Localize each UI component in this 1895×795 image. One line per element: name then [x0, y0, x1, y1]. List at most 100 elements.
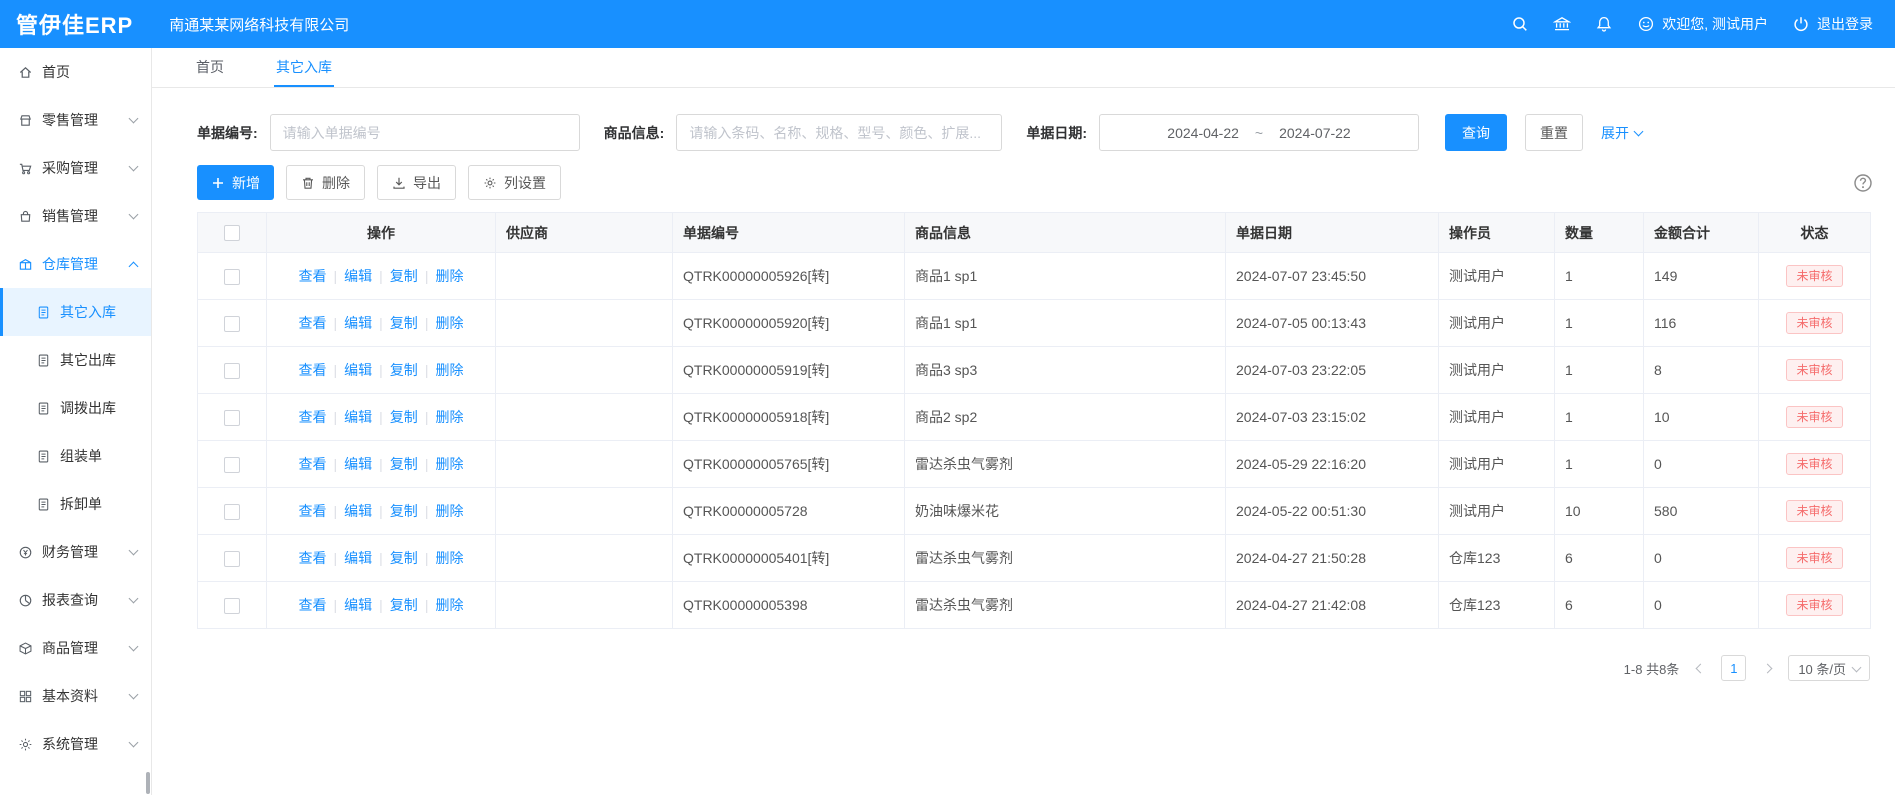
- copy-link[interactable]: 复制: [390, 456, 418, 472]
- sidebar-item-label: 仓库管理: [42, 254, 121, 274]
- product-info-input[interactable]: [676, 114, 1002, 151]
- expand-label: 展开: [1601, 123, 1629, 143]
- row-checkbox[interactable]: [224, 410, 240, 426]
- bill-no-cell: QTRK00000005401[转]: [673, 535, 905, 582]
- page-size-select[interactable]: 10 条/页: [1788, 655, 1870, 681]
- sidebar-item-system[interactable]: 系统管理: [0, 720, 151, 768]
- row-checkbox[interactable]: [224, 551, 240, 567]
- edit-link[interactable]: 编辑: [344, 409, 372, 425]
- row-checkbox[interactable]: [224, 457, 240, 473]
- delete-link[interactable]: 删除: [435, 550, 463, 566]
- view-link[interactable]: 查看: [299, 456, 327, 472]
- view-link[interactable]: 查看: [299, 409, 327, 425]
- delete-link[interactable]: 删除: [435, 315, 463, 331]
- sidebar-subitem-assembly[interactable]: 组装单: [0, 432, 151, 480]
- copy-link[interactable]: 复制: [390, 362, 418, 378]
- row-actions: 查看|编辑|复制|删除: [299, 315, 464, 331]
- current-page-button[interactable]: 1: [1721, 655, 1746, 681]
- edit-link[interactable]: 编辑: [344, 597, 372, 613]
- sidebar-subitem-disassembly[interactable]: 拆卸单: [0, 480, 151, 528]
- column-settings-button[interactable]: 列设置: [468, 165, 561, 200]
- sidebar-item-product[interactable]: 商品管理: [0, 624, 151, 672]
- export-button[interactable]: 导出: [377, 165, 456, 200]
- view-link[interactable]: 查看: [299, 362, 327, 378]
- sidebar-item-purchase[interactable]: 采购管理: [0, 144, 151, 192]
- bank-icon[interactable]: [1553, 15, 1571, 33]
- sidebar-item-basic[interactable]: 基本资料: [0, 672, 151, 720]
- row-checkbox[interactable]: [224, 598, 240, 614]
- select-all-checkbox[interactable]: [224, 225, 240, 241]
- view-link[interactable]: 查看: [299, 268, 327, 284]
- logout-button[interactable]: 退出登录: [1792, 14, 1873, 34]
- finance-icon: [18, 545, 33, 560]
- reset-button[interactable]: 重置: [1525, 114, 1583, 151]
- view-link[interactable]: 查看: [299, 315, 327, 331]
- edit-link[interactable]: 编辑: [344, 456, 372, 472]
- row-checkbox[interactable]: [224, 316, 240, 332]
- sidebar-item-report[interactable]: 报表查询: [0, 576, 151, 624]
- view-link[interactable]: 查看: [299, 550, 327, 566]
- filter-bar: 单据编号: 商品信息: 单据日期: 2024-04-22 ~ 2024-07-2…: [197, 114, 1867, 151]
- amount-cell: 0: [1644, 535, 1759, 582]
- content: 单据编号: 商品信息: 单据日期: 2024-04-22 ~ 2024-07-2…: [152, 88, 1895, 681]
- copy-link[interactable]: 复制: [390, 268, 418, 284]
- copy-link[interactable]: 复制: [390, 550, 418, 566]
- sidebar-item-label: 系统管理: [42, 734, 121, 754]
- delete-link[interactable]: 删除: [435, 456, 463, 472]
- copy-link[interactable]: 复制: [390, 597, 418, 613]
- supplier-cell: [496, 394, 673, 441]
- smiley-icon: [1637, 15, 1655, 33]
- chevron-down-icon: [129, 738, 139, 748]
- view-link[interactable]: 查看: [299, 503, 327, 519]
- delete-link[interactable]: 删除: [435, 597, 463, 613]
- view-link[interactable]: 查看: [299, 597, 327, 613]
- bill-no-input[interactable]: [270, 114, 580, 151]
- edit-link[interactable]: 编辑: [344, 315, 372, 331]
- row-actions: 查看|编辑|复制|删除: [299, 409, 464, 425]
- prev-page-button[interactable]: [1691, 655, 1709, 681]
- row-checkbox[interactable]: [224, 363, 240, 379]
- copy-link[interactable]: 复制: [390, 503, 418, 519]
- edit-link[interactable]: 编辑: [344, 362, 372, 378]
- delete-link[interactable]: 删除: [435, 268, 463, 284]
- copy-link[interactable]: 复制: [390, 409, 418, 425]
- delete-button[interactable]: 删除: [286, 165, 365, 200]
- search-button[interactable]: 查询: [1445, 114, 1507, 151]
- header-operator: 操作员: [1439, 213, 1555, 253]
- tab-home[interactable]: 首页: [194, 48, 226, 87]
- sidebar-subitem-other-inbound[interactable]: 其它入库: [0, 288, 151, 336]
- next-page-button[interactable]: [1758, 655, 1776, 681]
- row-checkbox[interactable]: [224, 504, 240, 520]
- date-range-picker[interactable]: 2024-04-22 ~ 2024-07-22: [1099, 114, 1419, 151]
- edit-link[interactable]: 编辑: [344, 268, 372, 284]
- supplier-cell: [496, 535, 673, 582]
- qty-cell: 10: [1555, 488, 1644, 535]
- bell-icon[interactable]: [1595, 15, 1613, 33]
- expand-toggle[interactable]: 展开: [1601, 123, 1642, 143]
- sidebar-item-warehouse[interactable]: 仓库管理: [0, 240, 151, 288]
- sidebar-item-finance[interactable]: 财务管理: [0, 528, 151, 576]
- tab-other-inbound[interactable]: 其它入库: [274, 48, 334, 87]
- sidebar-item-retail[interactable]: 零售管理: [0, 96, 151, 144]
- user-welcome[interactable]: 欢迎您, 测试用户: [1637, 14, 1768, 34]
- sidebar-item-home[interactable]: 首页: [0, 48, 151, 96]
- row-checkbox[interactable]: [224, 269, 240, 285]
- delete-link[interactable]: 删除: [435, 362, 463, 378]
- search-icon[interactable]: [1511, 15, 1529, 33]
- link-divider: |: [379, 268, 383, 284]
- sidebar-subitem-other-outbound[interactable]: 其它出库: [0, 336, 151, 384]
- edit-link[interactable]: 编辑: [344, 550, 372, 566]
- header-qty: 数量: [1555, 213, 1644, 253]
- sidebar-item-sales[interactable]: 销售管理: [0, 192, 151, 240]
- sidebar-subitem-transfer-outbound[interactable]: 调拨出库: [0, 384, 151, 432]
- sidebar-scrollbar[interactable]: [146, 772, 150, 794]
- delete-link[interactable]: 删除: [435, 409, 463, 425]
- copy-link[interactable]: 复制: [390, 315, 418, 331]
- help-icon[interactable]: [1853, 173, 1873, 193]
- add-button[interactable]: 新增: [197, 165, 274, 200]
- edit-link[interactable]: 编辑: [344, 503, 372, 519]
- delete-link[interactable]: 删除: [435, 503, 463, 519]
- doc-icon: [36, 497, 51, 512]
- purchase-icon: [18, 161, 33, 176]
- row-actions: 查看|编辑|复制|删除: [299, 597, 464, 613]
